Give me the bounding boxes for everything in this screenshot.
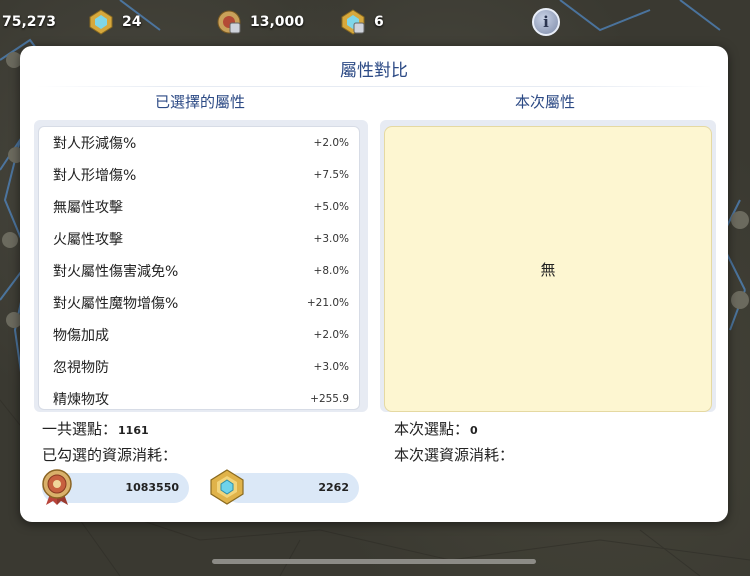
medal-icon [216,9,242,35]
list-item: 對人形增傷% +7.5% [39,159,359,191]
crystal-icon [88,9,114,35]
resource-crystal-locked[interactable]: 6 [340,8,384,36]
attribute-compare-modal: 屬性對比 已選擇的屬性 本次屬性 對人形減傷% +2.0% 對人形增傷% +7.… [20,46,728,522]
resource-currency-1: 75,273 [2,8,56,36]
selected-attributes-list[interactable]: 對人形減傷% +2.0% 對人形增傷% +7.5% 無屬性攻擊 +5.0% 火屬… [38,126,360,410]
attribute-label: 無屬性攻擊 [53,200,123,216]
resource-medal-locked[interactable]: 13,000 [216,8,304,36]
attribute-label: 物傷加成 [53,328,109,344]
current-cost-label: 本次選資源消耗： [394,446,515,464]
attribute-value: +8.0% [313,265,349,277]
attribute-value: +5.0% [313,201,349,213]
list-item: 對火屬性傷害減免% +8.0% [39,255,359,287]
resource-crystal[interactable]: 24 [88,8,141,36]
attribute-value: +21.0% [306,297,349,309]
medal-cost-amount: 1083550 [125,481,179,494]
resource-amount-4: 6 [374,14,384,30]
selected-cost-label: 已勾選的資源消耗： [42,446,178,464]
attribute-value: +2.0% [313,329,349,341]
crystal-cost-amount: 2262 [318,481,349,494]
list-item: 火屬性攻擊 +3.0% [39,223,359,255]
home-indicator[interactable] [212,559,536,564]
total-points-label: 一共選點： [42,420,118,438]
crystal-icon [340,9,366,35]
attribute-value: +7.5% [313,169,349,181]
attribute-label: 精煉物攻 [53,392,109,408]
crystal-icon [208,468,246,510]
list-item: 忽視物防 +3.0% [39,351,359,383]
current-points-value: 0 [470,424,478,437]
current-attributes-box: 無 [384,126,712,412]
attribute-value: +3.0% [313,361,349,373]
top-resource-bar: 75,273 24 13,000 6 i [0,0,750,44]
attribute-value: +255.9 [310,393,349,405]
selected-attributes-header: 已選擇的屬性 [154,93,245,111]
list-item: 精煉物攻 +255.9 [39,383,359,409]
attribute-label: 對火屬性傷害減免% [53,264,179,280]
attribute-value: +3.0% [313,233,349,245]
resource-amount-1: 75,273 [2,14,57,30]
resource-amount-2: 24 [122,14,142,30]
attribute-label: 對人形減傷% [53,136,137,152]
attribute-label: 忽視物防 [53,360,109,376]
title-divider [36,86,712,87]
list-item: 對人形減傷% +2.0% [39,127,359,159]
current-attributes-header: 本次屬性 [514,93,575,111]
attribute-label: 對火屬性魔物增傷% [53,296,179,312]
attribute-value: +2.0% [313,137,349,149]
list-item: 對火屬性魔物增傷% +21.0% [39,287,359,319]
list-item: 物傷加成 +2.0% [39,319,359,351]
attribute-label: 火屬性攻擊 [53,232,123,248]
empty-state-text: 無 [540,260,556,279]
list-item: 無屬性攻擊 +5.0% [39,191,359,223]
current-points-label: 本次選點： [394,420,470,438]
attribute-label: 對人形增傷% [53,168,137,184]
modal-title: 屬性對比 [340,61,408,81]
current-points: 本次選點：0 [394,418,478,439]
medal-icon [40,468,74,510]
total-points: 一共選點：1161 [42,418,149,439]
resource-amount-3: 13,000 [250,14,305,30]
total-points-value: 1161 [118,424,149,437]
info-icon[interactable]: i [532,8,560,36]
